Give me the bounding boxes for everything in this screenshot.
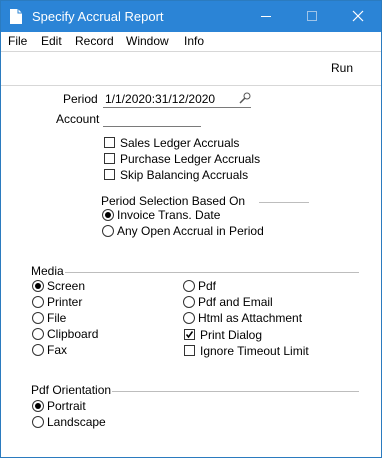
media-html-attachment-label: Html as Attachment <box>198 311 303 325</box>
media-file-radio[interactable] <box>32 312 44 324</box>
media-printer-radio[interactable] <box>32 296 44 308</box>
checkmark-icon <box>185 331 194 339</box>
media-heading: Media <box>31 264 64 278</box>
toolbar: Run <box>1 52 381 85</box>
media-screen-radio[interactable] <box>32 280 44 292</box>
report-window: Specify Accrual Report File Edit Record … <box>0 0 382 458</box>
run-button[interactable]: Run <box>331 61 353 75</box>
media-pdf-radio[interactable] <box>183 280 195 292</box>
media-pdf-email-radio[interactable] <box>183 296 195 308</box>
period-field-underline <box>103 107 251 108</box>
media-printer-label: Printer <box>47 295 83 309</box>
print-dialog-label: Print Dialog <box>200 328 263 342</box>
period-label: Period <box>63 92 98 106</box>
maximize-icon <box>307 11 317 21</box>
any-open-accrual-label: Any Open Accrual in Period <box>117 224 264 238</box>
close-button[interactable] <box>335 1 381 32</box>
landscape-radio[interactable] <box>32 416 44 428</box>
sales-ledger-accruals-checkbox[interactable] <box>104 137 115 148</box>
invoice-trans-date-label: Invoice Trans. Date <box>117 208 221 222</box>
any-open-accrual-radio[interactable] <box>102 225 114 237</box>
menu-record[interactable]: Record <box>75 34 114 48</box>
account-field-underline <box>103 126 201 127</box>
menu-info[interactable]: Info <box>184 34 204 48</box>
media-screen-label: Screen <box>47 279 86 293</box>
paste-special-icon[interactable] <box>239 92 251 104</box>
minimize-icon <box>261 16 271 17</box>
landscape-label: Landscape <box>47 415 106 429</box>
purchase-ledger-accruals-label: Purchase Ledger Accruals <box>120 152 261 166</box>
media-file-label: File <box>47 311 67 325</box>
window-title: Specify Accrual Report <box>32 9 164 24</box>
form-area: Period 1/1/2020:31/12/2020 Account Sales… <box>1 86 381 457</box>
account-label: Account <box>56 112 100 126</box>
period-selection-divider <box>259 202 309 203</box>
print-dialog-checkbox[interactable] <box>184 329 195 340</box>
close-icon <box>352 10 364 22</box>
ignore-timeout-checkbox[interactable] <box>184 345 195 356</box>
menu-edit[interactable]: Edit <box>41 34 62 48</box>
media-fax-label: Fax <box>47 343 68 357</box>
ignore-timeout-label: Ignore Timeout Limit <box>200 344 309 358</box>
minimize-button[interactable] <box>243 1 289 32</box>
invoice-trans-date-radio[interactable] <box>102 209 114 221</box>
menu-file[interactable]: File <box>8 34 27 48</box>
media-pdf-email-label: Pdf and Email <box>198 295 273 309</box>
media-clipboard-radio[interactable] <box>32 328 44 340</box>
maximize-button[interactable] <box>289 1 335 32</box>
purchase-ledger-accruals-checkbox[interactable] <box>104 153 115 164</box>
media-pdf-label: Pdf <box>198 279 217 293</box>
period-field[interactable]: 1/1/2020:31/12/2020 <box>105 92 215 106</box>
media-fax-radio[interactable] <box>32 344 44 356</box>
sales-ledger-accruals-label: Sales Ledger Accruals <box>120 136 240 150</box>
title-bar[interactable]: Specify Accrual Report <box>1 1 381 32</box>
skip-balancing-accruals-checkbox[interactable] <box>104 169 115 180</box>
media-clipboard-label: Clipboard <box>47 327 99 341</box>
portrait-label: Portrait <box>47 399 86 413</box>
pdf-orientation-heading: Pdf Orientation <box>31 383 112 397</box>
media-divider <box>65 272 359 273</box>
media-html-attachment-radio[interactable] <box>183 312 195 324</box>
period-selection-heading: Period Selection Based On <box>101 194 246 208</box>
skip-balancing-accruals-label: Skip Balancing Accruals <box>120 168 249 182</box>
app-icon <box>10 9 22 24</box>
menu-bar: File Edit Record Window Info <box>1 32 381 51</box>
pdf-orientation-divider <box>112 391 359 392</box>
portrait-radio[interactable] <box>32 400 44 412</box>
menu-window[interactable]: Window <box>126 34 169 48</box>
